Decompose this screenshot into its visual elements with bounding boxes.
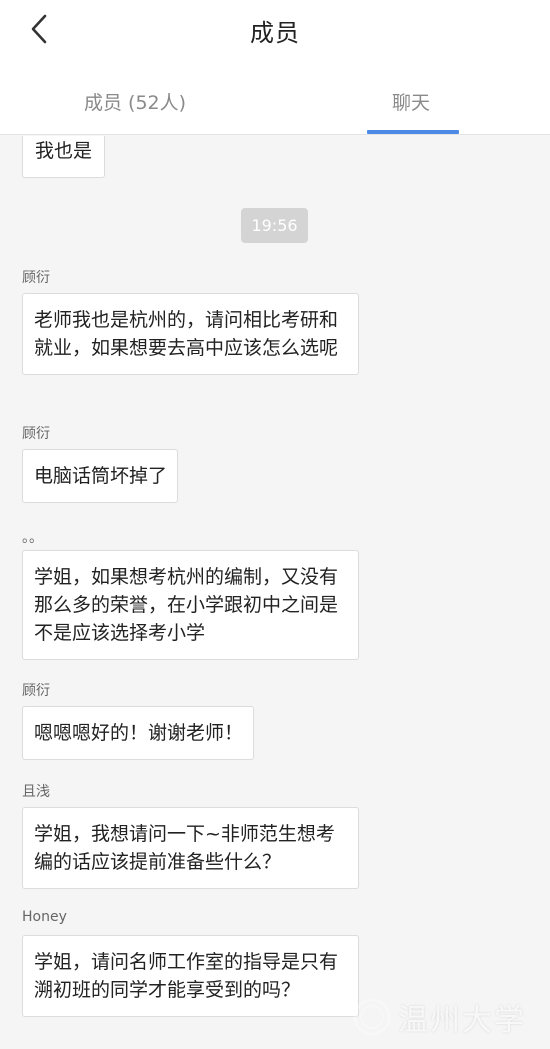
sender-name: Honey: [22, 909, 67, 925]
message-bubble[interactable]: 学姐，请问名师工作室的指导是只有溯初班的同学才能享受到的吗？: [22, 935, 359, 1017]
top-bar: 成员 成员 (52人) 聊天: [0, 0, 550, 135]
message-bubble[interactable]: 老师我也是杭州的，请问相比考研和就业，如果想要去高中应该怎么选呢: [22, 293, 359, 375]
timestamp-badge: 19:56: [241, 208, 308, 243]
tab-chat[interactable]: 聊天: [392, 88, 430, 115]
message-bubble[interactable]: 学姐，我想请问一下~非师范生想考编的话应该提前准备些什么？: [22, 807, 359, 889]
sender-name: 。。: [22, 530, 43, 546]
message-bubble[interactable]: 学姐，如果想考杭州的编制，又没有那么多的荣誉，在小学跟初中之间是不是应该选择考小…: [22, 550, 359, 660]
message-bubble[interactable]: 电脑话筒坏掉了: [22, 449, 179, 503]
watermark: 温州大学: [352, 985, 550, 1049]
sender-name: 顾衍: [22, 426, 50, 442]
watermark-text: 温州大学: [398, 1003, 526, 1038]
university-seal-icon: [353, 998, 391, 1036]
sender-name: 顾衍: [22, 683, 50, 699]
active-tab-indicator: [367, 130, 459, 134]
page-title: 成员: [250, 19, 300, 47]
sender-name: 且浅: [22, 784, 50, 800]
message-bubble[interactable]: 我也是: [22, 136, 106, 178]
chat-list[interactable]: 我也是 19:56 顾衍 老师我也是杭州的，请问相比考研和就业，如果想要去高中应…: [0, 136, 550, 1049]
sender-name: 顾衍: [22, 270, 50, 286]
tab-members[interactable]: 成员 (52人): [84, 88, 186, 115]
message-bubble[interactable]: 嗯嗯嗯好的！谢谢老师！: [22, 706, 255, 760]
